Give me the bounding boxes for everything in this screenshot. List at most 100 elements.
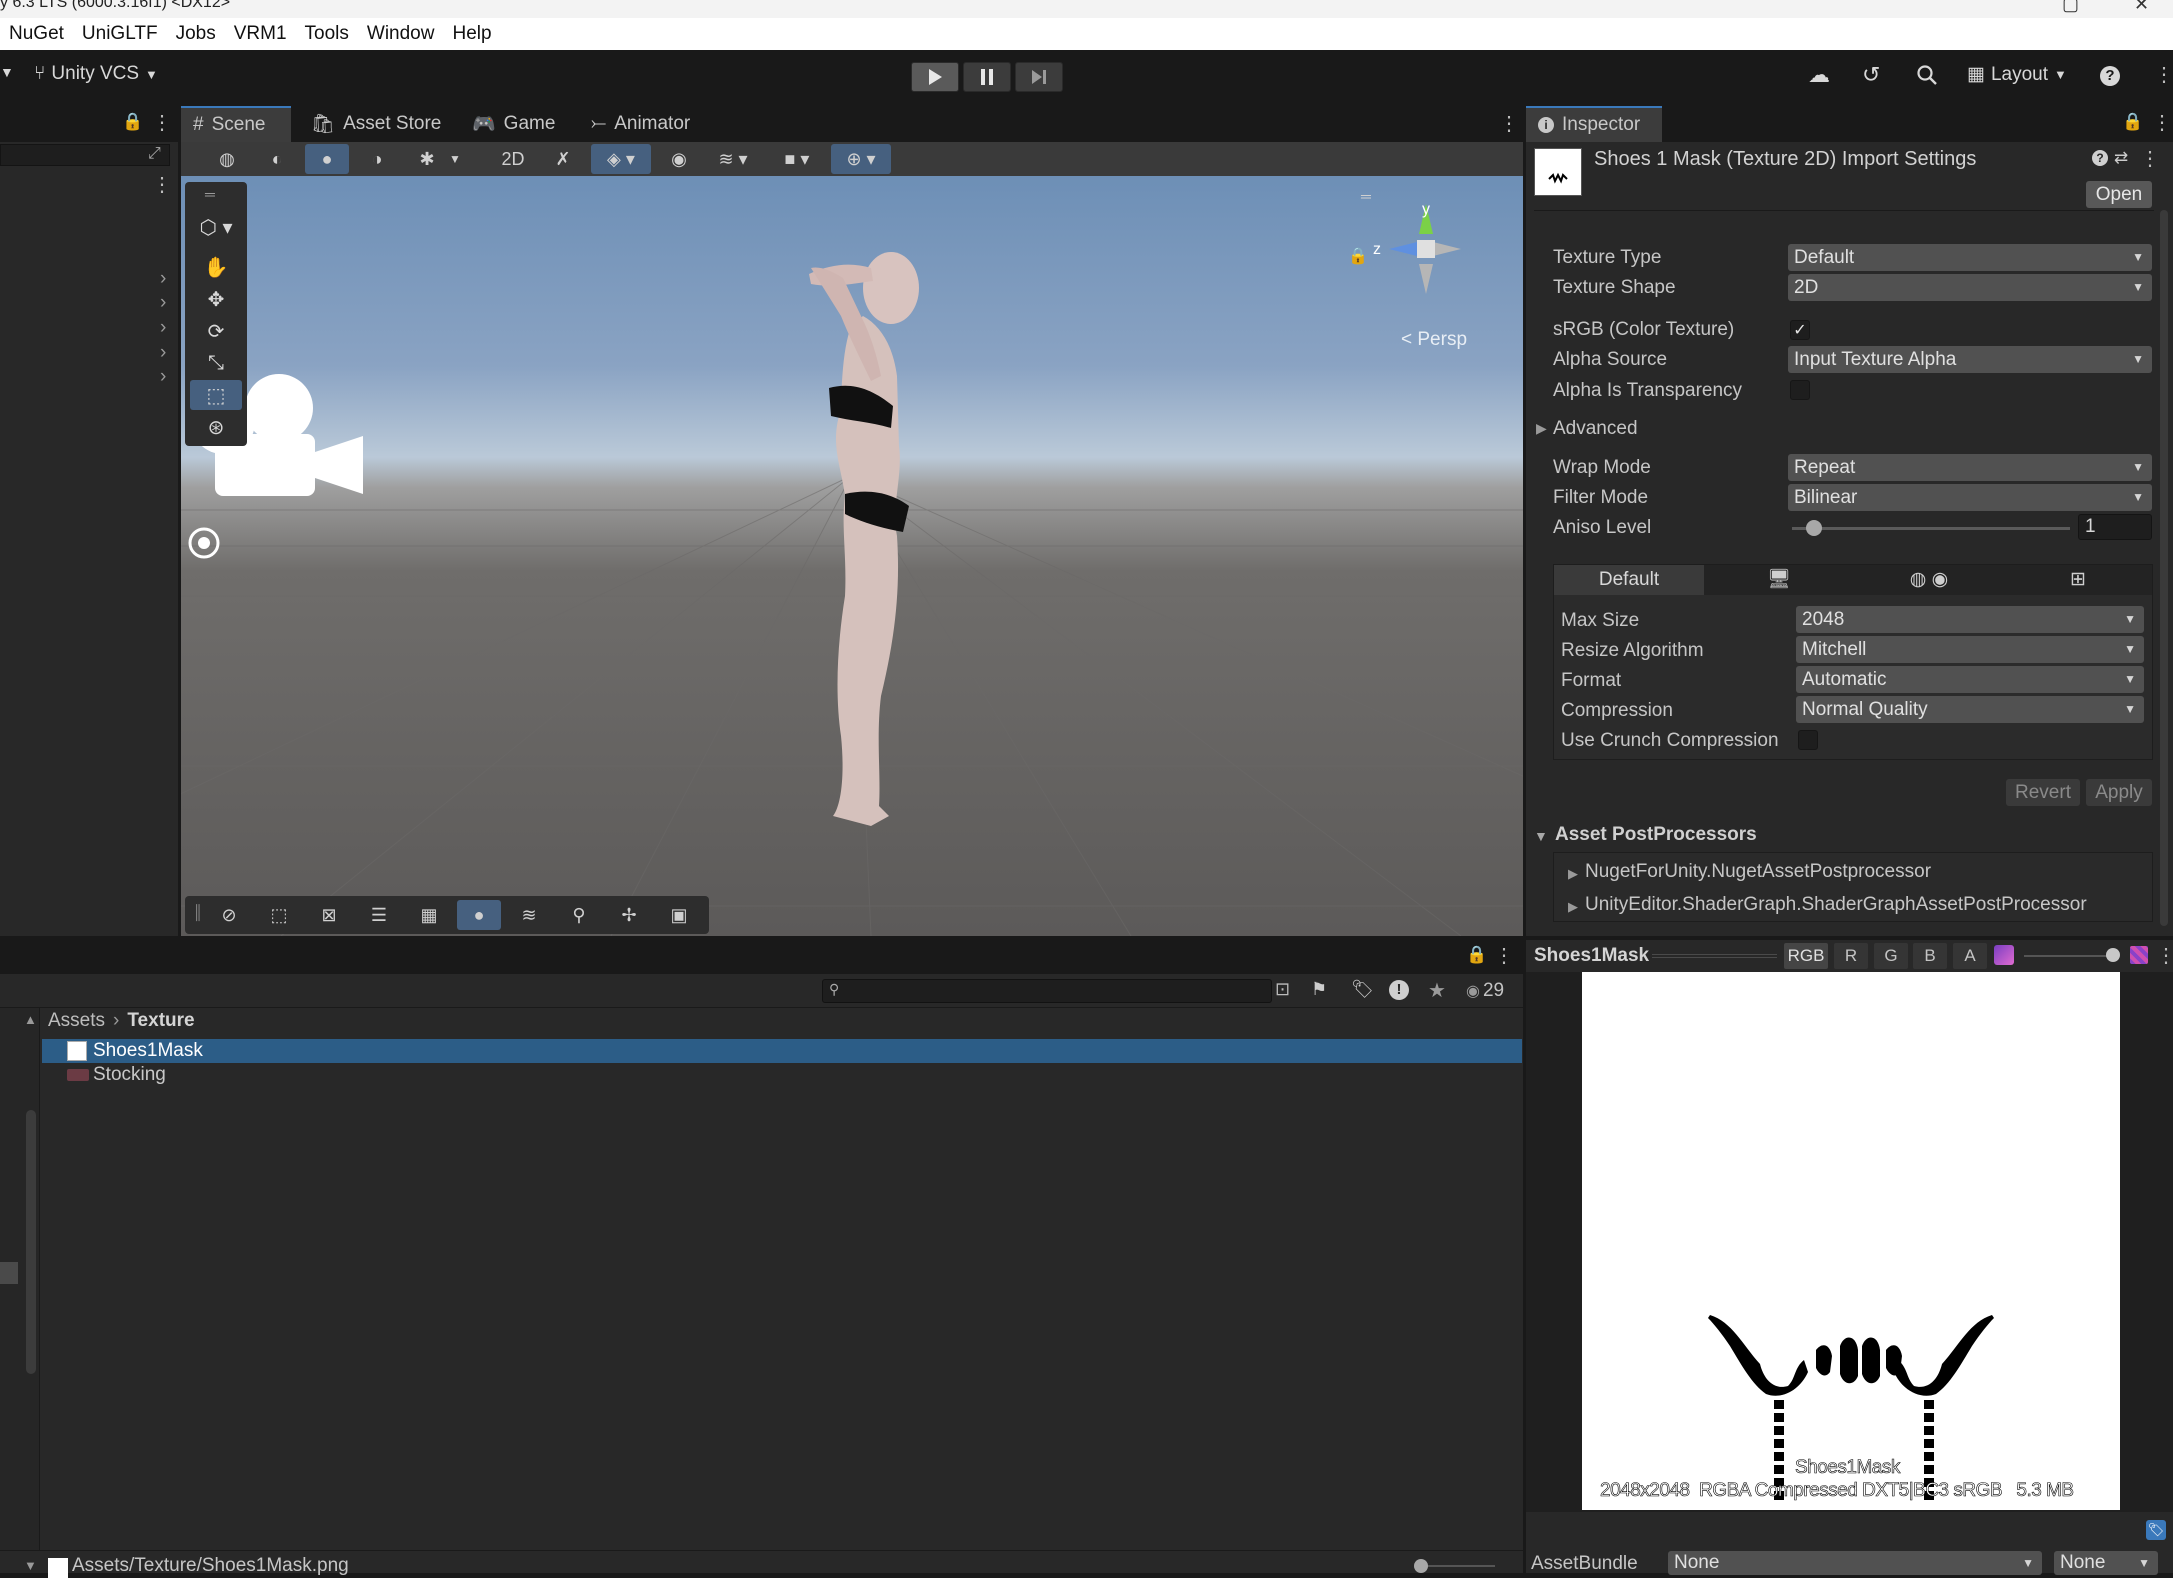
label-tag-icon[interactable]: 🏷	[2146, 1520, 2166, 1540]
rect-tool-icon[interactable]: ⬚	[190, 380, 242, 410]
foldout-down-icon[interactable]: ▼	[1534, 828, 1548, 844]
grid-snap-icon[interactable]: ⊠	[307, 900, 351, 930]
drag-handle-icon[interactable]: ║	[193, 904, 203, 920]
camera-icon[interactable]: ■ ▾	[767, 144, 827, 174]
hand-tool-icon[interactable]: ✋	[190, 252, 242, 282]
tab-game[interactable]: 🎮 Game	[460, 106, 567, 142]
compression-dropdown[interactable]: Normal Quality ▼	[1796, 696, 2144, 723]
checker-icon[interactable]	[2130, 946, 2148, 964]
platform-tab-standalone[interactable]: 🖥	[1704, 565, 1854, 595]
visibility-icon[interactable]: ◉	[657, 144, 701, 174]
shaded-icon[interactable]: ●	[305, 144, 349, 174]
expand-icon[interactable]: ⤢	[148, 145, 161, 163]
channel-a-button[interactable]: A	[1953, 943, 1987, 969]
mip-slider-track[interactable]	[2024, 955, 2108, 957]
shaded-wire-icon[interactable]: ◐	[255, 144, 299, 174]
aniso-slider-track[interactable]	[1792, 527, 2070, 530]
tab-asset-store[interactable]: 🛍 Asset Store	[299, 106, 453, 142]
postprocessors-title[interactable]: Asset PostProcessors	[1555, 824, 1757, 846]
scale-tool-icon[interactable]: ⤡	[190, 348, 242, 378]
aniso-level-input[interactable]: 1	[2078, 514, 2152, 540]
layers-stack-icon[interactable]: ≋	[507, 900, 551, 930]
platform-tab-web[interactable]: ◍ ◉	[1854, 565, 2004, 595]
drag-handle[interactable]	[1652, 954, 1777, 958]
chevron-right-icon[interactable]: ›	[160, 366, 166, 388]
help-icon[interactable]: ?	[2100, 66, 2120, 86]
alpha-transparency-checkbox[interactable]	[1790, 380, 1810, 400]
apply-button[interactable]: Apply	[2086, 779, 2152, 806]
project-search-input[interactable]: ⚲	[822, 979, 1272, 1003]
platform-tab-windows[interactable]: ⊞	[2004, 565, 2152, 595]
resize-algorithm-dropdown[interactable]: Mitchell ▼	[1796, 636, 2144, 663]
layers-icon[interactable]: ≋ ▾	[703, 144, 763, 174]
close-icon[interactable]: ✕	[2134, 0, 2149, 15]
menu-window[interactable]: Window	[358, 18, 444, 50]
preset-icon[interactable]: ⇄	[2114, 148, 2128, 168]
component-menu-icon[interactable]: ⋮	[2140, 146, 2160, 171]
channel-r-button[interactable]: R	[1834, 943, 1868, 969]
help-icon[interactable]: ?	[2092, 150, 2108, 166]
globe-wire-icon[interactable]: ◍	[205, 144, 249, 174]
list-item[interactable]: Shoes1Mask	[42, 1039, 1522, 1063]
scene-viewport[interactable]: y z 🔒 < Persp ═	[181, 176, 1523, 936]
open-button[interactable]: Open	[2086, 181, 2152, 208]
inspector-scrollbar[interactable]	[2160, 210, 2168, 926]
tab-inspector[interactable]: i Inspector	[1526, 106, 1662, 142]
sphere-icon[interactable]: ●	[457, 900, 501, 930]
hidden-count[interactable]: ◉ 29	[1466, 980, 1504, 1002]
menu-help[interactable]: Help	[443, 18, 500, 50]
rotate-tool-icon[interactable]: ⟳	[190, 316, 242, 346]
pivot-icon[interactable]: ✢	[607, 900, 651, 930]
tab-animator[interactable]: ⤚ Animator	[579, 106, 702, 142]
texture-shape-dropdown[interactable]: 2D ▼	[1788, 274, 2152, 301]
platform-tab-default[interactable]: Default	[1554, 565, 1704, 595]
lighting-icon[interactable]: ✗	[541, 144, 585, 174]
step-button[interactable]	[1015, 62, 1063, 92]
chevron-right-icon[interactable]: ›	[160, 268, 166, 290]
breadcrumb-assets[interactable]: Assets	[48, 1010, 105, 1032]
view-orientation-icon[interactable]: ⬡ ▾	[190, 212, 242, 242]
2d-toggle-icon[interactable]: 2D	[491, 144, 535, 174]
format-dropdown[interactable]: Automatic ▼	[1796, 666, 2144, 693]
chevron-right-icon[interactable]: ›	[160, 342, 166, 364]
gizmos-icon[interactable]: ⊕ ▾	[831, 144, 891, 174]
filter-mode-dropdown[interactable]: Bilinear ▼	[1788, 484, 2152, 511]
foldout-right-icon[interactable]: ▶	[1568, 899, 1578, 915]
persp-label[interactable]: < Persp	[1401, 329, 1467, 351]
compass-icon[interactable]: ⊘	[207, 900, 251, 930]
chevron-right-icon[interactable]: ›	[160, 292, 166, 314]
menu-unigltf[interactable]: UniGLTF	[73, 18, 167, 50]
mipmap-icon[interactable]	[1994, 945, 2014, 965]
mip-slider-thumb[interactable]	[2106, 948, 2120, 962]
more-options-icon[interactable]: ⋮	[2154, 62, 2173, 87]
channel-rgb-button[interactable]: RGB	[1784, 943, 1828, 969]
unity-vcs-button[interactable]: ⑂ Unity VCS ▼	[34, 63, 158, 85]
search-icon[interactable]	[1916, 64, 1938, 86]
zoom-icon[interactable]: ⚲	[557, 900, 601, 930]
filter-type-icon[interactable]: ⚑	[1311, 979, 1327, 1000]
history-icon[interactable]: ↺	[1862, 62, 1880, 88]
preview-menu-icon[interactable]: ⋮	[2156, 943, 2173, 968]
hierarchy-scene-menu-icon[interactable]: ⋮	[152, 172, 172, 197]
play-button[interactable]	[911, 62, 959, 92]
lock-icon[interactable]: 🔒	[122, 112, 143, 132]
sliders-icon[interactable]: ☰	[357, 900, 401, 930]
collapse-icon[interactable]: ▲	[24, 1012, 37, 1027]
search-by-type-icon[interactable]: ⊡	[1275, 979, 1290, 1000]
menu-tools[interactable]: Tools	[296, 18, 358, 50]
srgb-checkbox[interactable]: ✓	[1790, 320, 1810, 340]
revert-button[interactable]: Revert	[2006, 779, 2080, 806]
favorite-star-icon[interactable]: ★	[1428, 978, 1446, 1003]
project-menu-icon[interactable]: ⋮	[1494, 943, 1514, 968]
chevron-right-icon[interactable]: ›	[160, 317, 166, 339]
inspector-menu-icon[interactable]: ⋮	[2152, 110, 2172, 135]
warning-filter-icon[interactable]: !	[1389, 980, 1409, 1000]
tree-scrollbar[interactable]	[26, 1110, 36, 1374]
fx-toggle-icon[interactable]: ◈ ▾	[591, 144, 651, 174]
orientation-gizmo[interactable]: y z	[1371, 198, 1481, 308]
scene-lock-icon[interactable]: 🔒	[1348, 246, 1368, 266]
menu-nuget[interactable]: NuGet	[0, 18, 73, 50]
alpha-source-dropdown[interactable]: Input Texture Alpha ▼	[1788, 346, 2152, 373]
collapse-icon[interactable]: ▼	[24, 1558, 37, 1573]
camera-preview-icon[interactable]: ▣	[657, 900, 701, 930]
